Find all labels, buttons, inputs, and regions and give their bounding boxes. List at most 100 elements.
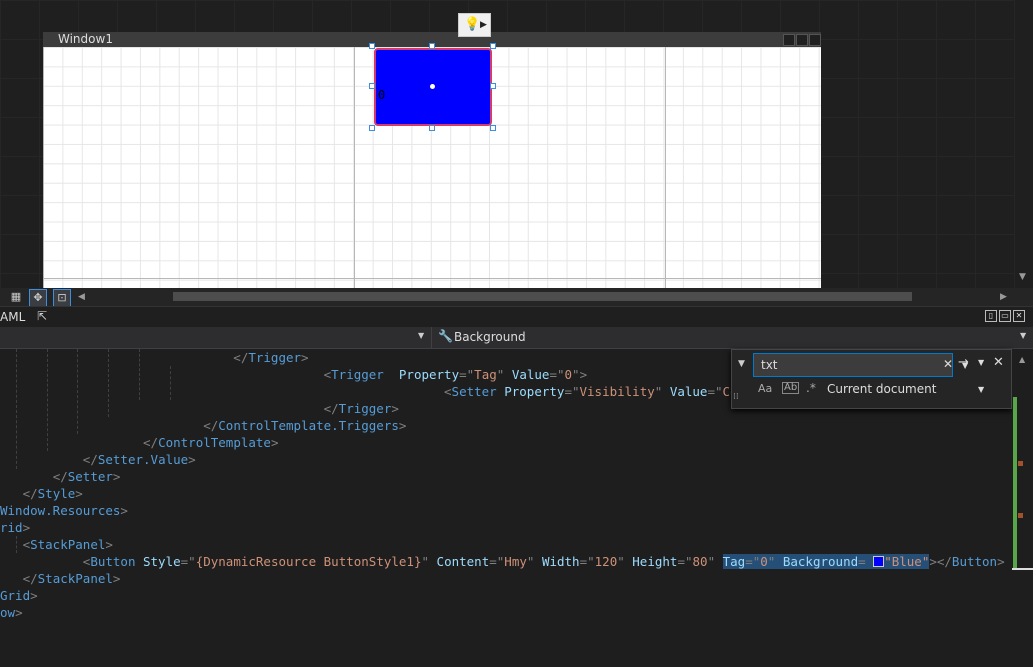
button-content-text: 0 (378, 88, 386, 102)
code-token: =" (707, 384, 723, 399)
snap-to-gridlines-icon[interactable]: ✥ (29, 289, 47, 307)
code-token: =" (180, 554, 196, 569)
code-line[interactable]: rid> (0, 519, 30, 536)
clear-icon[interactable]: ✕ (943, 357, 953, 371)
center-handle[interactable] (430, 84, 435, 89)
snap-to-snaplines-icon[interactable]: ⊡ (53, 289, 71, 307)
code-token: " (707, 554, 723, 569)
code-line[interactable]: </ControlTemplate> (0, 434, 278, 451)
resize-handle-bottom-left[interactable] (369, 125, 375, 131)
code-token: > (112, 469, 121, 484)
code-line[interactable]: </Setter.Value> (0, 451, 196, 468)
property-dropdown[interactable]: 🔧 Background ▼ (431, 327, 1030, 348)
code-token: </ (52, 469, 68, 484)
whole-word-icon[interactable]: Ab (782, 382, 800, 394)
resize-handle-top[interactable] (429, 43, 435, 49)
code-token: Setter.Value (97, 452, 189, 467)
pop-out-icon[interactable]: ⇱ (37, 309, 47, 323)
regex-icon[interactable]: .* (806, 381, 816, 395)
code-token: Value (669, 384, 708, 399)
scroll-up-icon[interactable]: ▲ (1019, 355, 1025, 364)
scroll-left-icon[interactable]: ◀ (78, 289, 85, 305)
resize-handle-top-left[interactable] (369, 43, 375, 49)
code-token: > (188, 452, 196, 467)
code-token: Tag (722, 554, 746, 569)
code-line[interactable]: ow> (0, 604, 23, 621)
code-token: =" (579, 554, 595, 569)
code-token: ControlTemplate.Triggers (218, 418, 399, 433)
code-token: < (323, 367, 332, 382)
code-line[interactable]: Window.Resources> (0, 502, 128, 519)
code-token: </ (233, 350, 249, 365)
element-dropdown[interactable]: ▼ (0, 327, 428, 348)
designer-surface[interactable]: Window1 0 💡 ▶ ▼ (0, 0, 1033, 288)
color-swatch-icon[interactable] (873, 556, 885, 567)
quick-actions-lightbulb[interactable]: 💡 ▶ (458, 13, 491, 37)
code-line[interactable]: </Trigger> (0, 400, 399, 417)
code-token: > (120, 503, 128, 518)
code-token: Property (398, 367, 460, 382)
find-result-marker (1018, 513, 1023, 518)
code-token: 120 (594, 554, 618, 569)
horizontal-scrollbar-thumb[interactable] (173, 292, 912, 301)
resize-handle-bottom[interactable] (429, 125, 435, 131)
match-case-icon[interactable]: Aa (758, 382, 772, 395)
resize-handle-bottom-right[interactable] (490, 125, 496, 131)
scroll-down-icon[interactable]: ▼ (1019, 272, 1026, 282)
code-line[interactable]: </Style> (0, 485, 83, 502)
code-token: ></ (929, 554, 952, 569)
split-vertical-icon[interactable]: ▯ (985, 310, 997, 322)
resize-handle-right[interactable] (490, 83, 496, 89)
selected-button-control[interactable]: 0 (374, 48, 492, 126)
code-token: < (22, 537, 31, 552)
code-token: </ (143, 435, 159, 450)
code-token: " (617, 554, 633, 569)
split-horizontal-icon[interactable]: ▭ (999, 310, 1011, 322)
tab-xaml[interactable]: AML (0, 310, 25, 324)
find-next-icon[interactable]: → (958, 355, 969, 370)
chevron-down-icon[interactable]: ▼ (978, 385, 984, 394)
indent-guide (108, 349, 109, 417)
code-token: {DynamicResource ButtonStyle1} (195, 554, 422, 569)
find-options-icon[interactable]: ▼ (978, 358, 984, 367)
window-content-canvas[interactable]: 0 (43, 43, 821, 288)
code-token: > (301, 350, 309, 365)
grid-toggle-icon[interactable]: ▦ (8, 289, 24, 305)
code-token: Setter (451, 384, 497, 399)
scroll-right-icon[interactable]: ▶ (1000, 289, 1007, 305)
close-button (809, 34, 821, 46)
code-token: =" (549, 367, 565, 382)
code-line[interactable]: </ControlTemplate.Triggers> (0, 417, 406, 434)
collapse-pane-icon[interactable]: ✕ (1013, 310, 1025, 322)
search-scope-dropdown[interactable]: Current document (827, 382, 936, 396)
code-line[interactable]: </StackPanel> (0, 570, 121, 587)
code-line[interactable]: Grid> (0, 587, 38, 604)
toggle-replace-icon[interactable]: ▼ (738, 359, 745, 369)
code-token: < (444, 384, 452, 399)
find-input[interactable]: txt ✕ ▼ (753, 353, 968, 377)
resize-handle-top-right[interactable] (490, 43, 496, 49)
resize-handle-left[interactable] (369, 83, 375, 89)
code-line[interactable]: <Trigger Property="Tag" Value="0"> (0, 366, 588, 383)
code-token: 0 (760, 554, 768, 569)
resize-grip-icon[interactable]: ⁞⁞ (733, 392, 739, 402)
navigation-bar: ▼ 🔧 Background ▼ (0, 327, 1033, 349)
code-token: =" (677, 554, 693, 569)
code-token: StackPanel (30, 537, 106, 552)
designer-vertical-scrollbar[interactable]: ▼ (1015, 0, 1033, 288)
code-token: > (105, 537, 113, 552)
wpf-window-preview[interactable]: Window1 0 (43, 32, 821, 288)
code-line[interactable]: </Setter> (0, 468, 121, 485)
editor-overview-ruler[interactable]: ▲ (1012, 349, 1033, 667)
close-icon[interactable]: ✕ (993, 355, 1004, 370)
code-token: > (270, 435, 279, 450)
code-line[interactable]: <Button Style="{DynamicResource ButtonSt… (0, 553, 1005, 570)
